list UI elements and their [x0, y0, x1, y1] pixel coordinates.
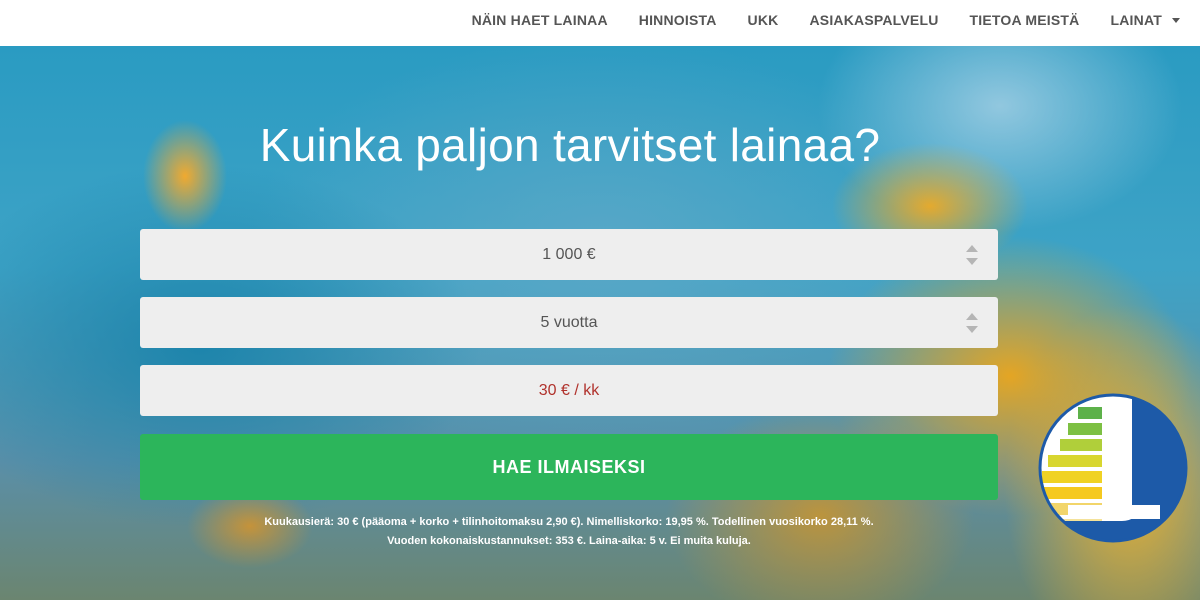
disclaimer-line-1: Kuukausierä: 30 € (pääoma + korko + tili…: [264, 516, 874, 528]
apply-free-button[interactable]: HAE ILMAISEKSI: [140, 434, 998, 500]
monthly-payment-value: 30 € / kk: [538, 381, 600, 399]
nav-item-lainat-label: LAINAT: [1110, 12, 1162, 28]
page-title: Kuinka paljon tarvitset lainaa?: [259, 119, 881, 171]
select-arrows-icon: [966, 313, 978, 333]
chevron-down-icon: [1172, 17, 1180, 23]
nav-item-asiakaspalvelu[interactable]: ASIAKASPALVELU: [809, 12, 938, 28]
nav-item-lainat-dropdown[interactable]: LAINAT: [1110, 12, 1180, 28]
nav-item-ukk[interactable]: UKK: [748, 12, 779, 28]
loan-amount-select[interactable]: 1 000 €: [140, 229, 998, 280]
brand-logo: [1038, 393, 1188, 543]
monthly-payment-display: 30 € / kk: [140, 365, 998, 416]
nav-item-nain-haet-lainaa[interactable]: NÄIN HAET LAINAA: [472, 12, 608, 28]
loan-period-value: 5 vuotta: [540, 313, 598, 331]
loan-amount-value: 1 000 €: [542, 245, 596, 263]
select-arrows-icon: [966, 245, 978, 265]
hero-section: Kuinka paljon tarvitset lainaa? 1 000 € …: [0, 46, 1200, 600]
top-navigation: NÄIN HAET LAINAA HINNOISTA UKK ASIAKASPA…: [0, 0, 1200, 46]
nav-item-hinnoista[interactable]: HINNOISTA: [639, 12, 717, 28]
nav-item-tietoa-meista[interactable]: TIETOA MEISTÄ: [970, 12, 1080, 28]
loan-period-select[interactable]: 5 vuotta: [140, 297, 998, 348]
loan-disclaimer: Kuukausierä: 30 € (pääoma + korko + tili…: [140, 513, 998, 551]
disclaimer-line-2: Vuoden kokonaiskustannukset: 353 €. Lain…: [387, 535, 751, 547]
